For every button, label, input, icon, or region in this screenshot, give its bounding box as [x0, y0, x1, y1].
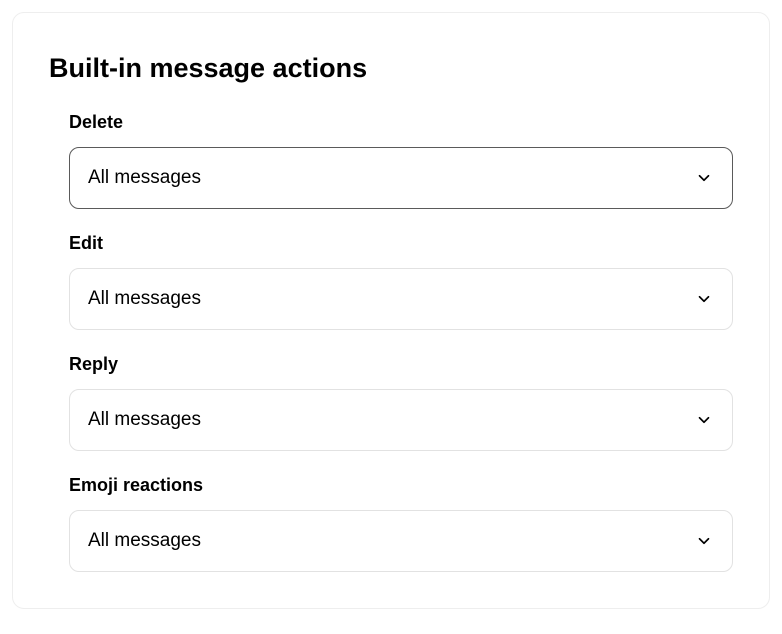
delete-select[interactable]: All messages: [69, 147, 733, 209]
emoji-select-value: All messages: [88, 530, 201, 552]
delete-label: Delete: [69, 112, 733, 133]
field-group-delete: Delete All messages: [49, 112, 733, 209]
field-group-edit: Edit All messages: [49, 233, 733, 330]
emoji-select[interactable]: All messages: [69, 510, 733, 572]
emoji-select-wrap: All messages: [69, 510, 733, 572]
reply-select[interactable]: All messages: [69, 389, 733, 451]
message-actions-card: Built-in message actions Delete All mess…: [12, 12, 770, 609]
reply-select-wrap: All messages: [69, 389, 733, 451]
edit-label: Edit: [69, 233, 733, 254]
field-group-reply: Reply All messages: [49, 354, 733, 451]
emoji-label: Emoji reactions: [69, 475, 733, 496]
edit-select-value: All messages: [88, 288, 201, 310]
edit-select[interactable]: All messages: [69, 268, 733, 330]
edit-select-wrap: All messages: [69, 268, 733, 330]
delete-select-value: All messages: [88, 167, 201, 189]
reply-select-value: All messages: [88, 409, 201, 431]
section-title: Built-in message actions: [49, 53, 733, 84]
reply-label: Reply: [69, 354, 733, 375]
field-group-emoji: Emoji reactions All messages: [49, 475, 733, 572]
delete-select-wrap: All messages: [69, 147, 733, 209]
